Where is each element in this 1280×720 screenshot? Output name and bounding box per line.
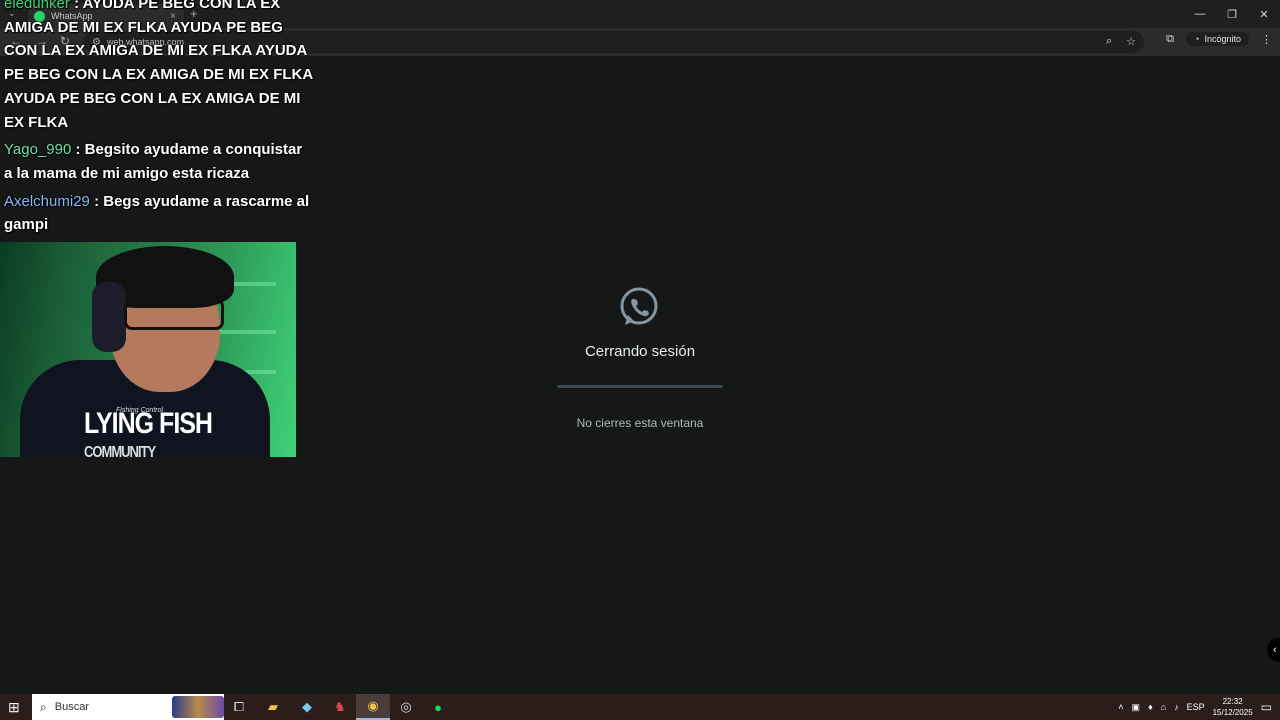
omnibox-actions: ⌕ ☆ [1106, 35, 1136, 48]
shirt-print-line1: LYING FISH [84, 406, 213, 441]
tray-app-icon[interactable]: ▣ [1132, 702, 1141, 713]
notifications-icon[interactable]: ▭ [1261, 700, 1272, 714]
close-window-button[interactable]: ✕ [1248, 0, 1280, 28]
toolbar-right: ⧉ ◔ Incógnito ⋮ [1166, 32, 1272, 46]
chat-username: Axelchumi29 [4, 192, 90, 210]
whatsapp-logo-icon [620, 287, 658, 325]
clock[interactable]: 22:32 15/12/2025 [1213, 696, 1253, 718]
shirt-print: LYING FISH COMMUNITY [84, 409, 224, 457]
taskbar-search[interactable]: ⌕ Buscar [32, 694, 224, 720]
microphone-icon[interactable]: ♦ [1148, 702, 1153, 712]
obs-icon[interactable]: ◎ [389, 694, 423, 720]
search-highlight-image [172, 696, 224, 718]
chat-username: eledunker [4, 0, 70, 12]
clock-time: 22:32 [1222, 697, 1243, 706]
network-icon[interactable]: ⌂ [1161, 702, 1166, 712]
spotify-icon[interactable]: ● [421, 694, 455, 720]
chat-separator: : [75, 141, 85, 159]
tray-chevron-icon[interactable]: ˄ [1118, 702, 1123, 712]
windows-start-icon[interactable]: ⊞ [8, 699, 20, 716]
zoom-icon[interactable]: ⌕ [1106, 35, 1112, 48]
task-view-icon[interactable]: ⧠ [222, 694, 256, 720]
webcam-overlay: Fishing Control LYING FISH COMMUNITY [0, 242, 296, 457]
volume-icon[interactable]: ♪ [1174, 702, 1179, 712]
stream-chat-overlay: eledunker : AYUDA PE BEG CON LA EX AMIGA… [4, 0, 314, 241]
chat-separator: : [74, 0, 83, 12]
incognito-badge[interactable]: ◔ Incógnito [1186, 32, 1249, 46]
menu-kebab-icon[interactable]: ⋮ [1261, 33, 1272, 46]
restore-button[interactable]: ❐ [1216, 0, 1248, 28]
file-explorer-icon[interactable]: ▰ [256, 694, 290, 720]
window-controls: — ❐ ✕ [1184, 0, 1280, 28]
chat-username: Yago_990 [4, 141, 72, 159]
chrome-icon[interactable]: ◉ [356, 694, 390, 720]
taskbar: ⊞ ⌕ Buscar ⧠ ▰ ◆ ♞ ◉ ◎ ● ˄ ▣ ♦ ⌂ ♪ ESP 2… [0, 694, 1280, 720]
chat-text: AYUDA PE BEG CON LA EX AMIGA DE MI EX FL… [4, 0, 313, 131]
incognito-icon: ◔ [1194, 34, 1200, 44]
chat-separator: : [94, 192, 104, 210]
shirt-print-line2: COMMUNITY [84, 442, 156, 457]
headphones [92, 282, 126, 352]
incognito-label: Incógnito [1204, 34, 1241, 44]
language-indicator[interactable]: ESP [1187, 702, 1205, 712]
clock-date: 15/12/2025 [1212, 708, 1253, 717]
bookmark-star-icon[interactable]: ☆ [1126, 35, 1136, 48]
chat-message: eledunker : AYUDA PE BEG CON LA EX AMIGA… [4, 0, 314, 134]
minimize-button[interactable]: — [1184, 0, 1216, 28]
system-tray: ˄ ▣ ♦ ⌂ ♪ ESP 22:32 15/12/2025 ▭ [1118, 694, 1280, 720]
search-icon: ⌕ [40, 699, 47, 714]
game-app-icon[interactable]: ♞ [323, 694, 357, 720]
progress-bar [557, 385, 723, 388]
extensions-icon[interactable]: ⧉ [1166, 33, 1174, 46]
screen: ⌄ WhatsApp × + — ❐ ✕ ← → ↻ ⚙ web.whatsap… [0, 0, 1280, 720]
chat-message: Axelchumi29 : Begs ayudame a rascarme al… [4, 190, 314, 237]
chat-message: Yago_990 : Begsito ayudame a conquistar … [4, 138, 314, 185]
app-icon[interactable]: ◆ [290, 694, 324, 720]
glasses [124, 298, 224, 330]
search-placeholder: Buscar [54, 701, 89, 713]
